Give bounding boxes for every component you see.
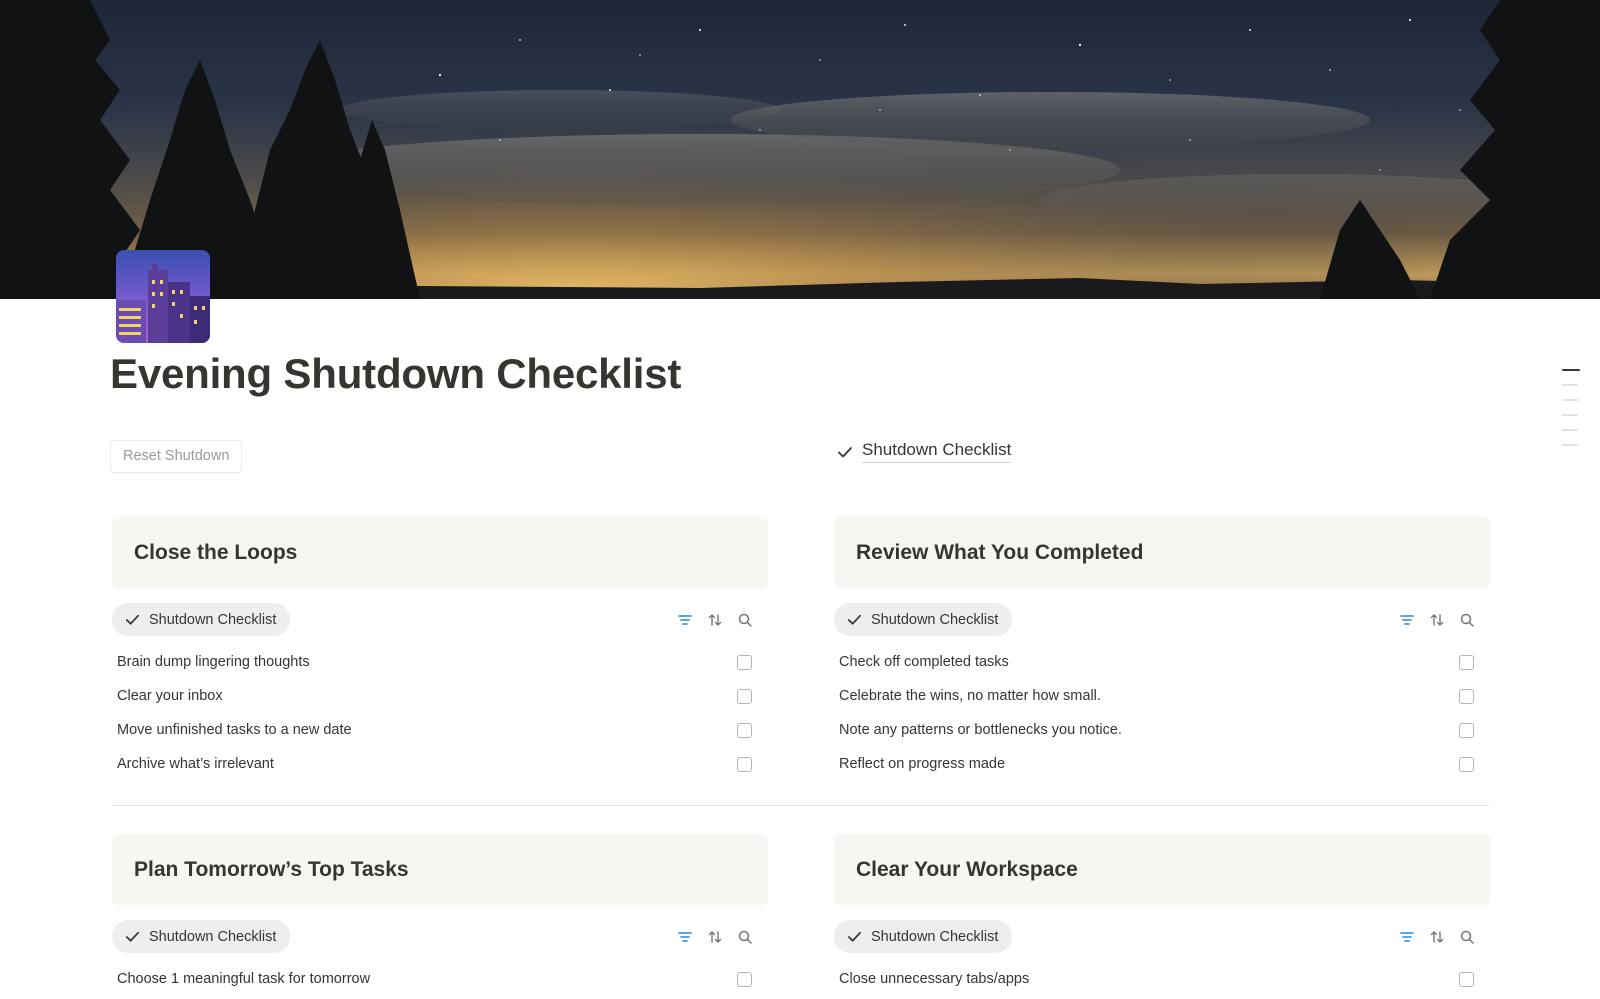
checkmark-icon <box>838 446 852 457</box>
section-plan-tomorrows-top-tasks: Plan Tomorrow’s Top Tasks Shutdown Check… <box>112 834 768 996</box>
checkbox[interactable] <box>1459 722 1474 738</box>
database-toolbar: Shutdown Checklist <box>112 920 768 953</box>
sort-icon[interactable] <box>706 928 724 946</box>
view-tab-label: Shutdown Checklist <box>149 611 277 628</box>
checkbox[interactable] <box>737 722 752 738</box>
checkbox[interactable] <box>1459 654 1474 670</box>
section-heading: Plan Tomorrow’s Top Tasks <box>134 857 409 881</box>
checklist: Close unnecessary tabs/apps <box>834 962 1490 996</box>
outline-item[interactable] <box>1562 444 1578 446</box>
page-outline[interactable] <box>1562 369 1580 459</box>
filter-icon[interactable] <box>1398 611 1416 629</box>
view-tab-label: Shutdown Checklist <box>871 611 999 628</box>
checkbox[interactable] <box>737 971 752 987</box>
search-icon[interactable] <box>736 928 754 946</box>
view-tab-shutdown-checklist[interactable]: Shutdown Checklist <box>112 920 291 953</box>
page-cover <box>0 0 1600 299</box>
filter-icon[interactable] <box>676 611 694 629</box>
checkbox[interactable] <box>1459 756 1474 772</box>
reset-shutdown-button[interactable]: Reset Shutdown <box>110 440 243 473</box>
linked-database-view[interactable]: Shutdown Checklist <box>836 440 1012 463</box>
checkbox[interactable] <box>1459 688 1474 704</box>
section-callout: Plan Tomorrow’s Top Tasks <box>112 834 768 905</box>
checkmark-icon <box>847 614 862 625</box>
night-sky-illustration <box>0 0 1600 299</box>
checklist: Brain dump lingering thoughts Clear your… <box>112 645 768 781</box>
section-callout: Review What You Completed <box>834 517 1490 588</box>
night-city-icon[interactable] <box>116 250 210 343</box>
search-icon[interactable] <box>1458 928 1476 946</box>
divider <box>112 805 1489 806</box>
section-review-what-you-completed: Review What You Completed Shutdown Check… <box>834 517 1490 781</box>
database-toolbar: Shutdown Checklist <box>834 920 1490 953</box>
list-item: Note any patterns or bottlenecks you not… <box>834 713 1490 747</box>
checkbox[interactable] <box>737 756 752 772</box>
checklist: Choose 1 meaningful task for tomorrow <box>112 962 768 996</box>
section-heading: Review What You Completed <box>856 540 1144 564</box>
section-callout: Close the Loops <box>112 517 768 588</box>
list-item: Check off completed tasks <box>834 645 1490 679</box>
section-heading: Close the Loops <box>134 540 298 564</box>
database-toolbar: Shutdown Checklist <box>112 603 768 636</box>
view-tab-label: Shutdown Checklist <box>149 928 277 945</box>
outline-item[interactable] <box>1562 384 1578 386</box>
page-title: Evening Shutdown Checklist <box>110 350 682 397</box>
linked-view-title[interactable]: Shutdown Checklist <box>862 440 1012 463</box>
list-item: Archive what’s irrelevant <box>112 747 768 781</box>
list-item: Reflect on progress made <box>834 747 1490 781</box>
section-close-the-loops: Close the Loops Shutdown Checklist Brain… <box>112 517 768 781</box>
list-item: Brain dump lingering thoughts <box>112 645 768 679</box>
checkbox[interactable] <box>1459 971 1474 987</box>
checkmark-icon <box>847 931 862 942</box>
section-callout: Clear Your Workspace <box>834 834 1490 905</box>
view-tab-shutdown-checklist[interactable]: Shutdown Checklist <box>112 603 291 636</box>
section-clear-your-workspace: Clear Your Workspace Shutdown Checklist … <box>834 834 1490 996</box>
checkmark-icon <box>125 931 140 942</box>
list-item: Clear your inbox <box>112 679 768 713</box>
list-item: Choose 1 meaningful task for tomorrow <box>112 962 768 996</box>
list-item: Close unnecessary tabs/apps <box>834 962 1490 996</box>
database-toolbar: Shutdown Checklist <box>834 603 1490 636</box>
search-icon[interactable] <box>736 611 754 629</box>
filter-icon[interactable] <box>1398 928 1416 946</box>
section-heading: Clear Your Workspace <box>856 857 1078 881</box>
sort-icon[interactable] <box>1428 611 1446 629</box>
checkmark-icon <box>125 614 140 625</box>
view-tab-shutdown-checklist[interactable]: Shutdown Checklist <box>834 920 1013 953</box>
checkbox[interactable] <box>737 688 752 704</box>
outline-item[interactable] <box>1562 399 1578 401</box>
outline-item[interactable] <box>1562 414 1578 416</box>
sort-icon[interactable] <box>1428 928 1446 946</box>
sort-icon[interactable] <box>706 611 724 629</box>
outline-item[interactable] <box>1562 429 1578 431</box>
search-icon[interactable] <box>1458 611 1476 629</box>
outline-item[interactable] <box>1562 369 1580 371</box>
view-tab-shutdown-checklist[interactable]: Shutdown Checklist <box>834 603 1013 636</box>
checkbox[interactable] <box>737 654 752 670</box>
filter-icon[interactable] <box>676 928 694 946</box>
list-item: Move unfinished tasks to a new date <box>112 713 768 747</box>
view-tab-label: Shutdown Checklist <box>871 928 999 945</box>
list-item: Celebrate the wins, no matter how small. <box>834 679 1490 713</box>
checklist: Check off completed tasks Celebrate the … <box>834 645 1490 781</box>
